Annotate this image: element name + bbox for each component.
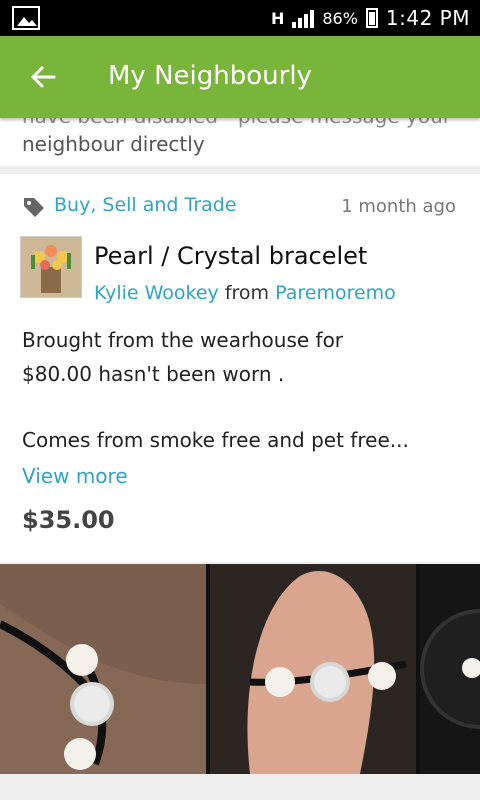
network-type-icon: H — [270, 8, 285, 28]
photo-gallery[interactable] — [0, 564, 480, 774]
category-row: Buy, Sell and Trade 1 month ago — [22, 192, 462, 222]
category-link[interactable]: Buy, Sell and Trade — [54, 194, 237, 216]
gallery-photo[interactable] — [210, 564, 416, 774]
from-word: from — [224, 282, 270, 304]
notice-text-top: have been disabled - please message your — [22, 118, 451, 128]
posted-time: 1 month ago — [341, 196, 456, 217]
signal-icon — [292, 10, 315, 28]
gallery-photo[interactable] — [0, 564, 206, 774]
image-icon — [12, 6, 40, 30]
gallery-photo[interactable] — [420, 564, 480, 774]
battery-percent: 86% — [322, 8, 358, 28]
listing-title: Pearl / Crystal bracelet — [94, 242, 368, 270]
bottom-spacer — [0, 774, 480, 800]
back-arrow-icon[interactable] — [26, 60, 60, 94]
listing-byline: Kylie Wookey from Paremoremo — [94, 282, 396, 304]
app-bar: My Neighbourly — [0, 36, 480, 118]
status-indicators: H 86% 1:42 PM — [271, 5, 470, 31]
app-title: My Neighbourly — [108, 61, 312, 91]
divider — [0, 166, 480, 174]
description-line: $80.00 hasn't been worn . — [22, 362, 285, 386]
location-link[interactable]: Paremoremo — [275, 282, 396, 304]
clock: 1:42 PM — [385, 6, 470, 30]
price: $35.00 — [22, 506, 115, 534]
description-line: Comes from smoke free and pet free... — [22, 428, 409, 452]
notice-banner: have been disabled - please message your… — [0, 118, 480, 166]
notice-text: neighbour directly — [22, 132, 205, 156]
listing-card[interactable]: Buy, Sell and Trade 1 month ago Pearl / … — [0, 174, 480, 562]
author-thumbnail[interactable] — [20, 236, 82, 298]
battery-icon — [365, 8, 378, 28]
tag-icon — [22, 195, 46, 219]
view-more-link[interactable]: View more — [22, 464, 128, 488]
description-line: Brought from the wearhouse for — [22, 328, 344, 352]
author-link[interactable]: Kylie Wookey — [94, 282, 219, 304]
status-bar: H 86% 1:42 PM — [0, 0, 480, 36]
